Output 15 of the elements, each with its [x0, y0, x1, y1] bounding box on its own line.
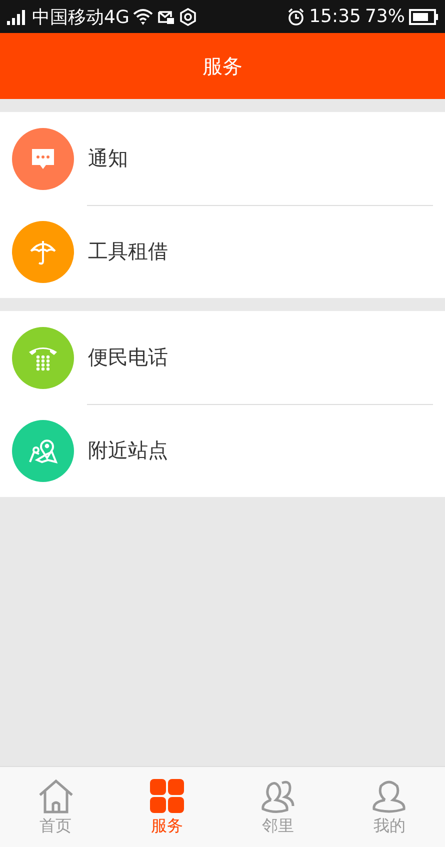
hexagon-icon [179, 8, 198, 26]
menu-item-label[interactable]: 通知 [88, 145, 128, 172]
menu-item-label[interactable]: 工具租借 [88, 238, 168, 265]
home-icon [36, 778, 75, 814]
page-title: 服务 [202, 52, 242, 80]
wifi-icon [133, 8, 154, 26]
signal-icon [6, 8, 28, 24]
battery-percent: 73% [364, 6, 405, 27]
battery-icon [409, 8, 439, 24]
menu-item-label[interactable]: 附近站点 [88, 437, 168, 464]
grid-icon [148, 778, 185, 814]
menu-item-label[interactable]: 便民电话 [88, 344, 168, 371]
carrier-name: 中国移动4G [32, 6, 130, 28]
alarm-icon [287, 8, 306, 26]
clock-time: 15:35 [309, 6, 361, 27]
